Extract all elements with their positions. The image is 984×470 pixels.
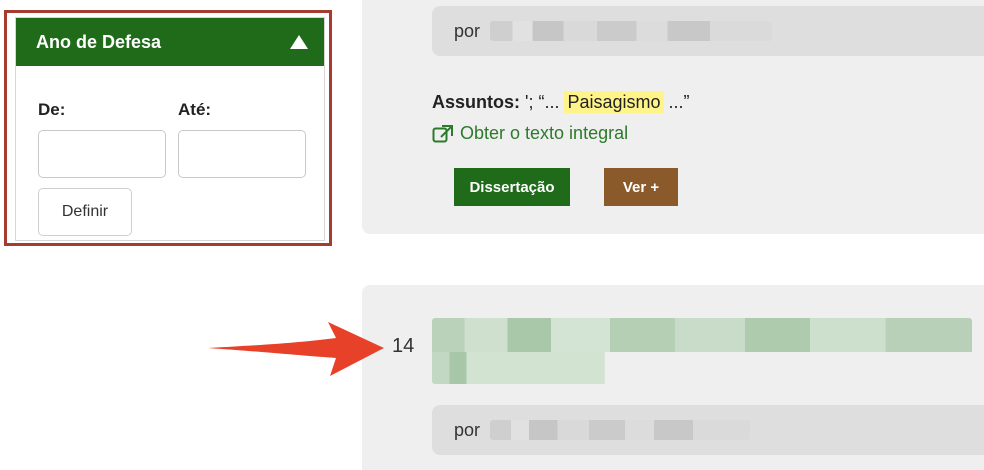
from-year-input[interactable] bbox=[38, 130, 166, 178]
fulltext-link[interactable]: Obter o texto integral bbox=[432, 123, 628, 144]
subjects-line: Assuntos: '; “... Paisagismo ...” bbox=[432, 91, 690, 113]
author-prefix: por bbox=[454, 20, 481, 41]
dissertation-tag[interactable]: Dissertação bbox=[454, 168, 570, 206]
filter-header[interactable]: Ano de Defesa bbox=[16, 18, 324, 66]
subject-highlight: Paisagismo bbox=[564, 91, 664, 113]
subjects-label: Assuntos: bbox=[432, 92, 521, 112]
author-name-blurred[interactable] bbox=[490, 420, 751, 440]
author-bar: por bbox=[432, 6, 984, 56]
result-card: por Assuntos: '; “... Paisagismo ...” Ob… bbox=[362, 0, 984, 234]
author-prefix: por bbox=[454, 419, 481, 440]
define-button[interactable]: Definir bbox=[38, 188, 132, 236]
see-more-button[interactable]: Ver + bbox=[604, 168, 678, 206]
caret-up-icon[interactable] bbox=[290, 35, 308, 49]
external-link-icon bbox=[432, 124, 453, 142]
subjects-suffix: ...” bbox=[663, 92, 690, 112]
year-filter-panel: Ano de Defesa De: Até: Definir bbox=[15, 17, 325, 241]
page: Ano de Defesa De: Até: Definir por Assun… bbox=[0, 0, 984, 470]
result-title-blurred[interactable] bbox=[432, 318, 972, 384]
annotation-arrow-icon bbox=[208, 322, 384, 376]
to-year-input[interactable] bbox=[178, 130, 306, 178]
result-number: 14 bbox=[392, 335, 415, 357]
subjects-prefix: '; “... bbox=[520, 92, 565, 112]
from-label: De: bbox=[38, 100, 66, 119]
fulltext-label: Obter o texto integral bbox=[460, 123, 629, 143]
filter-highlight-outline: Ano de Defesa De: Até: Definir bbox=[4, 10, 332, 246]
filter-title: Ano de Defesa bbox=[36, 31, 162, 52]
to-label: Até: bbox=[178, 100, 212, 119]
author-name-blurred[interactable] bbox=[490, 21, 773, 41]
author-bar: por bbox=[432, 405, 984, 455]
